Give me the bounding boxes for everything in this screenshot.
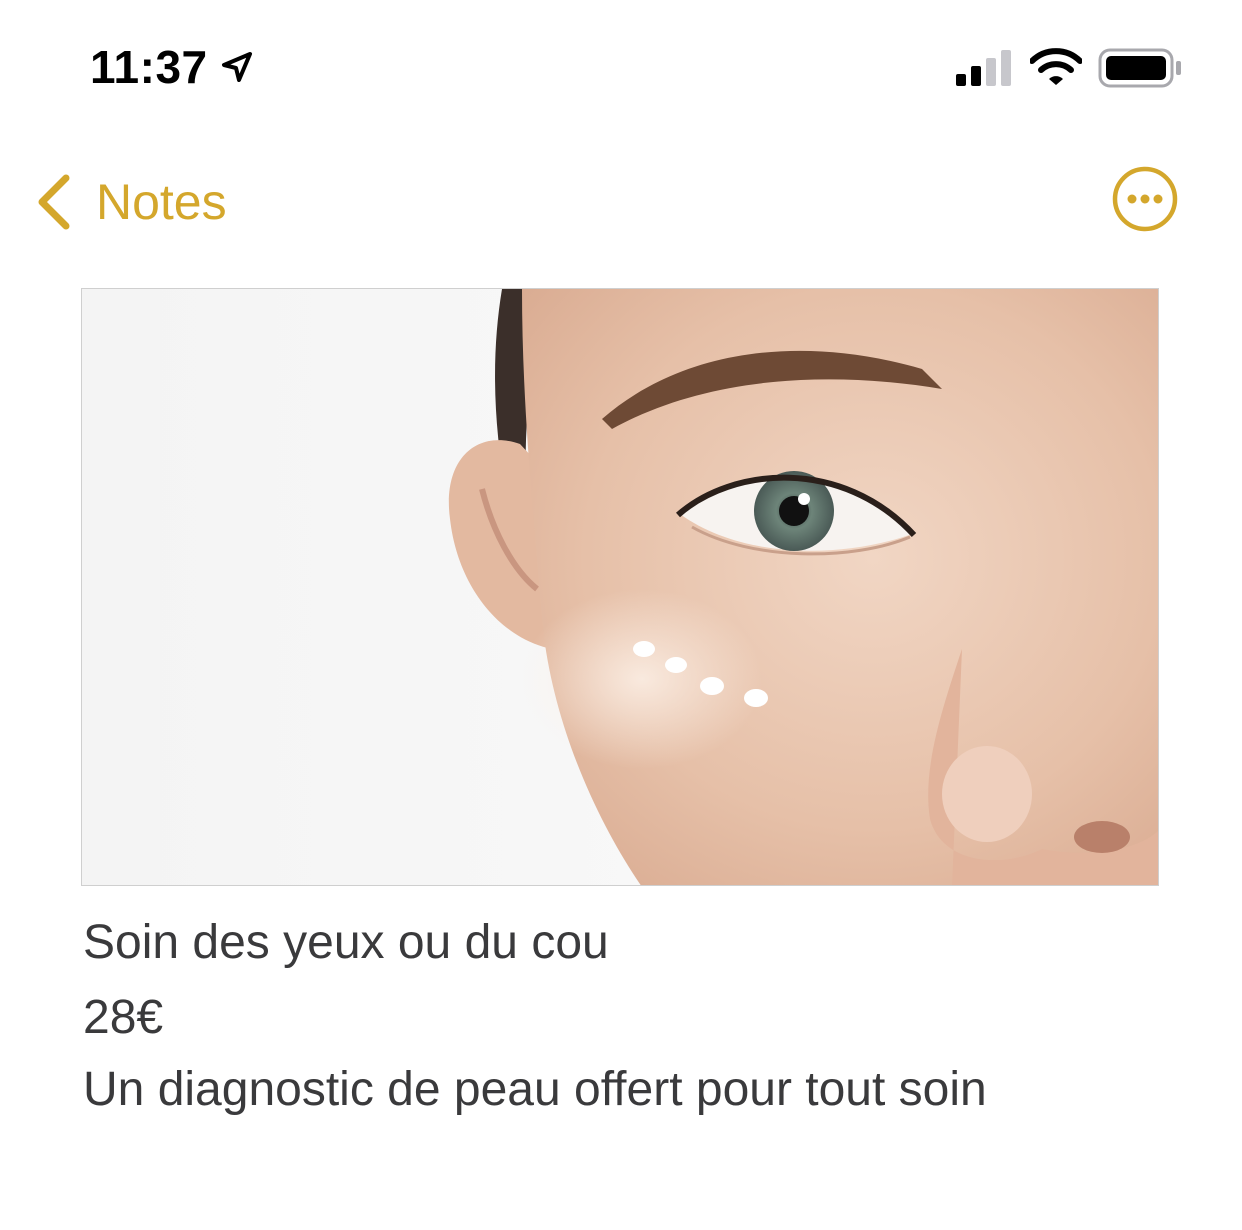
battery-icon — [1098, 48, 1181, 88]
note-image[interactable] — [81, 288, 1159, 886]
ellipsis-circle-icon[interactable] — [1112, 166, 1178, 232]
cellular-signal-icon — [956, 50, 1011, 86]
navigation-bar: Notes — [0, 150, 1242, 250]
chevron-left-icon — [38, 174, 70, 230]
note-line-offer: Un diagnostic de peau offert pour tout s… — [83, 1063, 987, 1116]
status-time: 11:37 — [90, 41, 208, 93]
back-label: Notes — [96, 174, 227, 230]
note-line-title: Soin des yeux ou du cou — [83, 916, 609, 969]
status-bar: 11:37 — [0, 0, 1242, 130]
back-button[interactable]: Notes — [34, 162, 227, 242]
location-arrow-icon — [222, 52, 252, 82]
wifi-icon — [1030, 48, 1082, 85]
face-eye-cream-photo — [82, 289, 1158, 885]
note-line-price: 28€ — [83, 991, 164, 1044]
